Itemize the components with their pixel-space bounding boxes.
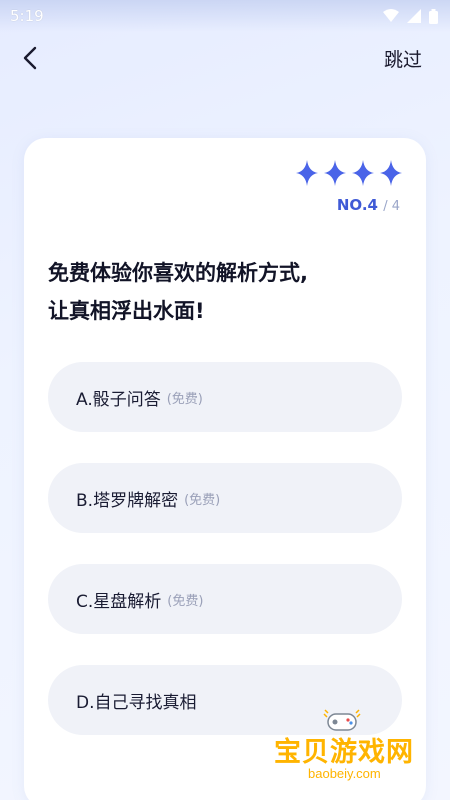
battery-icon xyxy=(429,8,438,24)
question-line-1: 免费体验你喜欢的解析方式, xyxy=(48,261,308,285)
status-icons xyxy=(383,8,438,24)
star-icon xyxy=(352,160,374,186)
star-icon xyxy=(380,160,402,186)
option-b[interactable]: B.塔罗牌解密 (免费) xyxy=(48,463,402,533)
question-text: 免费体验你喜欢的解析方式, 让真相浮出水面! xyxy=(48,254,404,330)
watermark-url: baobeiy.com xyxy=(308,766,381,781)
chevron-left-icon xyxy=(23,46,37,70)
option-tag: (免费) xyxy=(184,492,221,508)
watermark: 宝贝游戏网 baobeiy.com xyxy=(274,708,424,798)
option-a[interactable]: A.骰子问答 (免费) xyxy=(48,362,402,432)
status-time: 5:19 xyxy=(10,7,44,25)
option-label: D.自己寻找真相 xyxy=(76,692,197,713)
options-list: A.骰子问答 (免费) B.塔罗牌解密 (免费) C.星盘解析 (免费) D.自… xyxy=(48,362,402,766)
back-button[interactable] xyxy=(16,44,44,72)
option-tag: (免费) xyxy=(167,593,204,609)
option-label: C.星盘解析 xyxy=(76,591,162,612)
status-bar: 5:19 xyxy=(0,0,450,32)
progress-total: / 4 xyxy=(383,199,400,214)
option-label: B.塔罗牌解密 xyxy=(76,490,179,511)
progress-current: NO.4 xyxy=(336,196,378,214)
option-tag: (免费) xyxy=(166,391,203,407)
star-icon xyxy=(324,160,346,186)
option-c[interactable]: C.星盘解析 (免费) xyxy=(48,564,402,634)
signal-icon xyxy=(407,9,421,23)
header: 跳过 xyxy=(0,38,450,78)
wifi-icon xyxy=(383,9,399,22)
star-icon xyxy=(296,160,318,186)
option-label: A.骰子问答 xyxy=(76,389,161,410)
question-line-2: 让真相浮出水面! xyxy=(48,299,205,323)
progress-indicator: NO.4 / 4 xyxy=(337,196,400,214)
skip-button[interactable]: 跳过 xyxy=(384,45,422,72)
question-card: NO.4 / 4 免费体验你喜欢的解析方式, 让真相浮出水面! A.骰子问答 (… xyxy=(24,138,426,800)
watermark-text: 宝贝游戏网 xyxy=(274,737,414,768)
progress-stars xyxy=(296,160,402,186)
